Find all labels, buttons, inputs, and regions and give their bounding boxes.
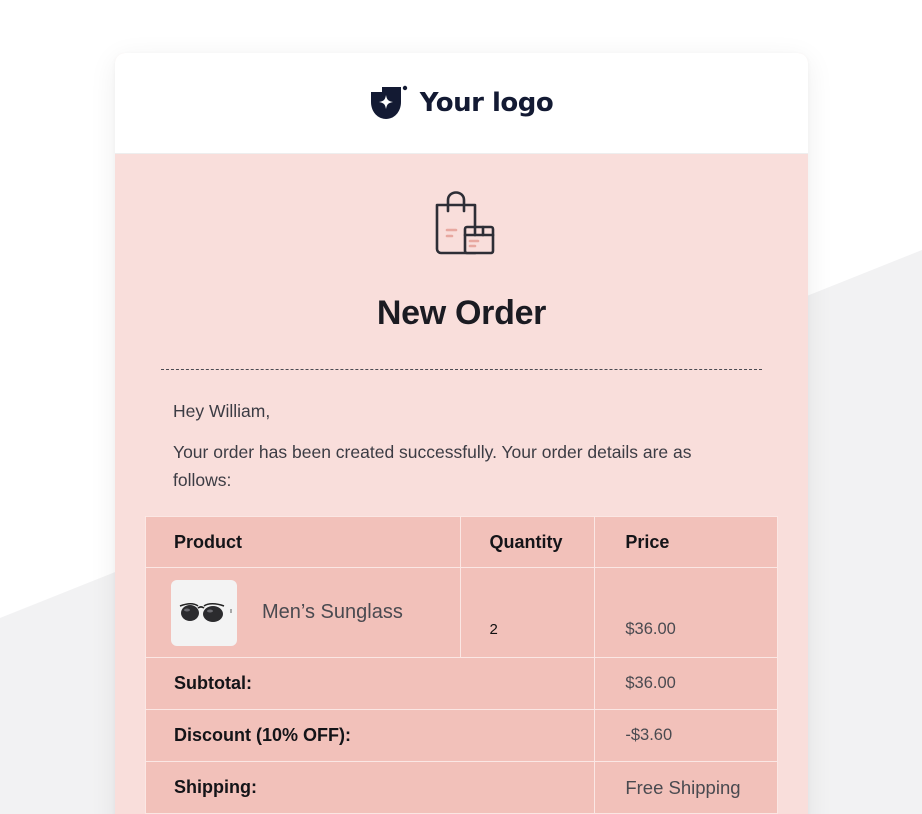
hero-icon-wrap — [115, 191, 808, 259]
page-title: New Order — [376, 294, 547, 332]
header-product: Product — [144, 516, 462, 568]
product-cell: Men’s Sunglass — [144, 567, 462, 658]
dashed-divider — [161, 369, 762, 370]
table-header-row: Product Quantity Price — [144, 516, 778, 568]
subtotal-row: Subtotal: $36.00 — [144, 657, 778, 710]
order-table: Product Quantity Price Men’s Sunglass 2 … — [144, 516, 778, 814]
header-quantity: Quantity — [460, 516, 596, 568]
shopping-bag-icon — [435, 191, 494, 255]
discount-row: Discount (10% OFF): -$3.60 — [144, 709, 778, 762]
header-price: Price — [594, 516, 778, 568]
product-name: Men’s Sunglass — [262, 601, 403, 623]
shipping-row: Shipping: Free Shipping — [144, 761, 778, 814]
logo-text: Your logo — [419, 88, 554, 118]
order-message: Your order has been created successfully… — [173, 442, 692, 490]
email-header: Your logo — [115, 53, 808, 154]
table-row: Men’s Sunglass 2 $36.00 — [144, 567, 778, 658]
shipping-value: Free Shipping — [594, 761, 778, 814]
shipping-label: Shipping: — [144, 761, 596, 814]
discount-label: Discount (10% OFF): — [144, 709, 596, 762]
discount-value: -$3.60 — [594, 709, 778, 762]
subtotal-value: $36.00 — [594, 657, 778, 710]
greeting-text: Hey William, — [173, 401, 271, 421]
quantity-cell: 2 — [460, 567, 596, 658]
subtotal-label: Subtotal: — [144, 657, 596, 710]
product-thumbnail[interactable] — [171, 579, 237, 646]
price-cell: $36.00 — [594, 567, 778, 658]
sunglasses-icon — [179, 602, 232, 622]
shield-star-icon — [370, 85, 407, 119]
order-email-card: Your logo New Order Hey William, Your or… — [115, 53, 808, 814]
